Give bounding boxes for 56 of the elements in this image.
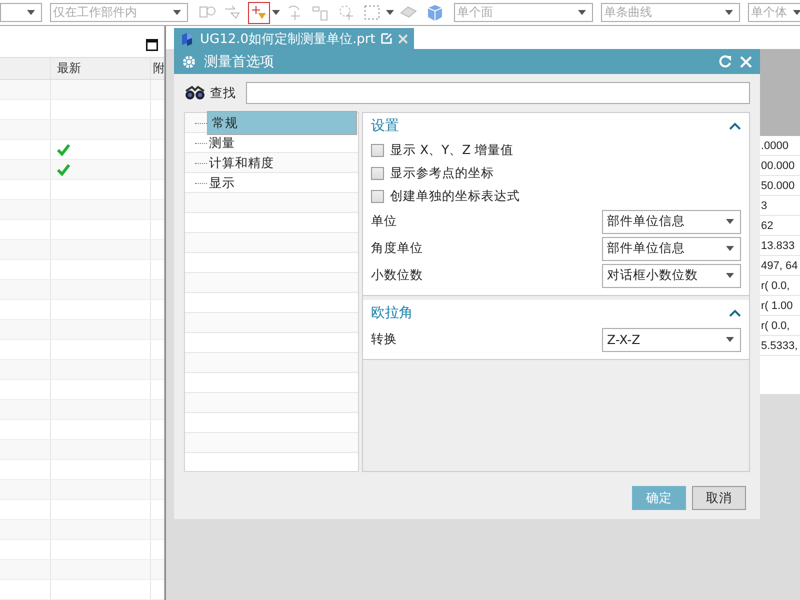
- result-value: r( 1.00: [761, 300, 793, 312]
- column-header: 最新: [57, 60, 81, 77]
- caret-icon: [27, 10, 35, 15]
- caret-icon: [726, 246, 734, 251]
- maximize-icon[interactable]: [146, 39, 158, 51]
- checkbox-label: 显示参考点的坐标: [390, 165, 494, 182]
- reset-icon[interactable]: [719, 55, 732, 68]
- group-title: 设置: [371, 117, 399, 135]
- checkbox[interactable]: [371, 190, 384, 203]
- tree-item[interactable]: 测量: [207, 134, 357, 152]
- dropdown[interactable]: Z-X-Z: [602, 328, 741, 352]
- caret-icon: [725, 10, 733, 15]
- caret-icon: [793, 10, 800, 15]
- collapse-icon[interactable]: [729, 309, 741, 317]
- result-value: r( 0.0,: [761, 280, 790, 292]
- result-value: 497, 64: [761, 260, 798, 272]
- search-label: 查找: [210, 84, 236, 102]
- dropdown[interactable]: 对话框小数位数: [602, 264, 741, 288]
- checkbox-label: 创建单独的坐标表达式: [390, 188, 520, 205]
- result-value: 00.000: [761, 160, 795, 172]
- dropdown[interactable]: 部件单位信息: [602, 210, 741, 234]
- point-filter-icon[interactable]: [248, 2, 270, 24]
- caret-icon: [726, 337, 734, 342]
- caret-icon: [173, 10, 181, 15]
- field-label: 单位: [371, 213, 397, 230]
- edit-icon[interactable]: [381, 33, 392, 44]
- result-value: 3: [761, 200, 768, 212]
- dialog-title: 测量首选项: [204, 52, 274, 70]
- result-value: 50.000: [761, 180, 795, 192]
- checkbox[interactable]: [371, 144, 384, 157]
- result-value: .0000: [761, 140, 789, 152]
- result-value: 62: [761, 220, 774, 232]
- group-title: 欧拉角: [371, 304, 413, 322]
- close-icon[interactable]: [398, 34, 408, 44]
- tree-item[interactable]: 显示: [207, 174, 357, 192]
- gear-icon: [182, 54, 196, 68]
- field-label: 角度单位: [371, 240, 423, 257]
- result-value: r( 0.0,: [761, 320, 790, 332]
- part-icon: [180, 32, 194, 46]
- binoculars-icon: [184, 85, 206, 101]
- collapse-icon[interactable]: [729, 122, 741, 130]
- search-field[interactable]: [246, 82, 750, 104]
- dropdown[interactable]: 部件单位信息: [602, 236, 741, 260]
- tree-item[interactable]: 计算和精度: [207, 154, 357, 172]
- field-label: 转换: [371, 331, 397, 348]
- caret-icon: [578, 10, 586, 15]
- cancel-button[interactable]: 取消: [692, 486, 746, 510]
- checkbox[interactable]: [371, 167, 384, 180]
- result-value: 5.5333,: [761, 340, 798, 352]
- checkbox-label: 显示 X、Y、Z 增量值: [390, 142, 514, 159]
- result-value: 13.833: [761, 240, 795, 252]
- tree-item[interactable]: 常规: [207, 111, 357, 135]
- caret-icon: [726, 219, 734, 224]
- field-label: 小数位数: [371, 267, 423, 284]
- filter-dropdown[interactable]: [0, 3, 42, 22]
- caret-icon: [726, 273, 734, 278]
